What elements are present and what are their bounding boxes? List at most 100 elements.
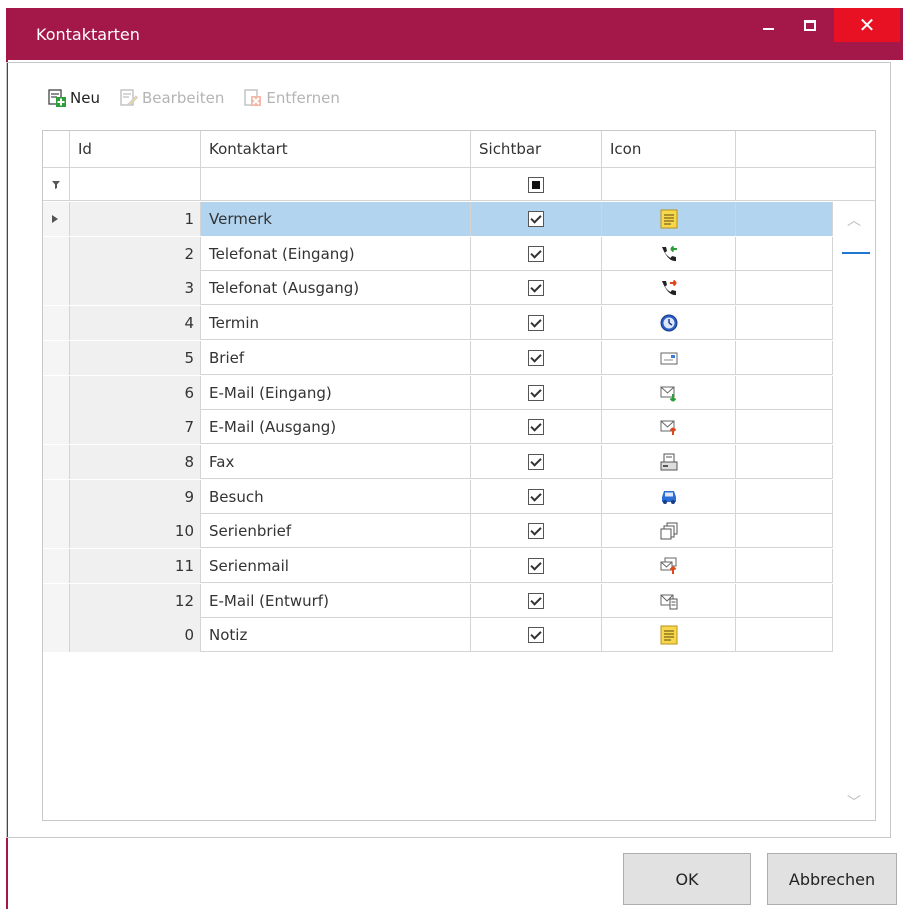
- filter-kontaktart[interactable]: [201, 168, 471, 201]
- cell-sichtbar[interactable]: [471, 514, 602, 549]
- row-indicator[interactable]: [43, 479, 70, 514]
- visible-checkbox[interactable]: [528, 592, 544, 609]
- row-indicator[interactable]: [43, 306, 70, 341]
- cell-kontaktart[interactable]: Brief: [201, 340, 471, 375]
- table-row[interactable]: 8 Fax: [43, 444, 833, 479]
- cell-icon[interactable]: [602, 479, 736, 514]
- row-indicator[interactable]: [43, 514, 70, 549]
- cell-icon[interactable]: [602, 340, 736, 375]
- visible-checkbox[interactable]: [528, 280, 544, 297]
- cell-kontaktart[interactable]: Fax: [201, 444, 471, 479]
- column-header-kontaktart[interactable]: Kontaktart: [201, 131, 471, 168]
- table-row[interactable]: 4 Termin: [43, 306, 833, 341]
- cell-id[interactable]: 10: [70, 514, 201, 549]
- filter-sichtbar[interactable]: [471, 168, 602, 201]
- cell-kontaktart[interactable]: Besuch: [201, 479, 471, 514]
- minimize-button[interactable]: [750, 8, 786, 42]
- table-row[interactable]: 10 Serienbrief: [43, 514, 833, 549]
- visible-checkbox[interactable]: [528, 245, 544, 262]
- scroll-up-icon[interactable]: ︿: [844, 210, 864, 230]
- cell-icon[interactable]: [602, 410, 736, 445]
- filter-icon-cell[interactable]: [602, 168, 736, 201]
- cell-icon[interactable]: [602, 583, 736, 618]
- cell-icon[interactable]: [602, 514, 736, 549]
- cell-kontaktart[interactable]: Serienbrief: [201, 514, 471, 549]
- cell-icon[interactable]: [602, 236, 736, 271]
- cell-id[interactable]: 0: [70, 618, 201, 653]
- cell-sichtbar[interactable]: [471, 340, 602, 375]
- cell-icon[interactable]: [602, 549, 736, 583]
- table-row[interactable]: 0 Notiz: [43, 618, 833, 653]
- visible-checkbox[interactable]: [528, 627, 544, 644]
- cell-id[interactable]: 11: [70, 549, 201, 583]
- cell-sichtbar[interactable]: [471, 583, 602, 618]
- cell-id[interactable]: 7: [70, 410, 201, 445]
- scroll-down-icon[interactable]: ﹀: [844, 792, 864, 812]
- cell-kontaktart[interactable]: Telefonat (Ausgang): [201, 271, 471, 306]
- visible-checkbox[interactable]: [528, 558, 544, 574]
- filter-sichtbar-checkbox[interactable]: [528, 176, 544, 193]
- filter-id[interactable]: [70, 168, 201, 201]
- cell-id[interactable]: 1: [70, 202, 201, 236]
- row-indicator[interactable]: [43, 375, 70, 410]
- row-indicator[interactable]: [43, 410, 70, 445]
- cell-sichtbar[interactable]: [471, 375, 602, 410]
- row-indicator[interactable]: [43, 444, 70, 479]
- visible-checkbox[interactable]: [528, 453, 544, 470]
- cell-sichtbar[interactable]: [471, 236, 602, 271]
- cell-sichtbar[interactable]: [471, 410, 602, 445]
- row-indicator[interactable]: [43, 583, 70, 618]
- cell-kontaktart[interactable]: E-Mail (Eingang): [201, 375, 471, 410]
- ok-button[interactable]: OK: [623, 853, 751, 905]
- cell-icon[interactable]: [602, 202, 736, 236]
- visible-checkbox[interactable]: [528, 384, 544, 401]
- column-header-icon[interactable]: Icon: [602, 131, 736, 168]
- cell-sichtbar[interactable]: [471, 479, 602, 514]
- visible-checkbox[interactable]: [528, 488, 544, 505]
- cell-id[interactable]: 8: [70, 444, 201, 479]
- table-row[interactable]: 7 E-Mail (Ausgang): [43, 410, 833, 445]
- close-button[interactable]: ✕: [834, 8, 900, 42]
- cell-icon[interactable]: [602, 618, 736, 653]
- column-header-id[interactable]: Id: [70, 131, 201, 168]
- cell-kontaktart[interactable]: Termin: [201, 306, 471, 341]
- cell-sichtbar[interactable]: [471, 202, 602, 236]
- cell-icon[interactable]: [602, 306, 736, 341]
- cell-icon[interactable]: [602, 271, 736, 306]
- visible-checkbox[interactable]: [528, 315, 544, 332]
- remove-button[interactable]: Entfernen: [244, 89, 340, 107]
- cell-id[interactable]: 4: [70, 306, 201, 341]
- visible-checkbox[interactable]: [528, 419, 544, 436]
- row-indicator[interactable]: [43, 618, 70, 653]
- cell-id[interactable]: 3: [70, 271, 201, 306]
- cell-id[interactable]: 2: [70, 236, 201, 271]
- table-row[interactable]: 6 E-Mail (Eingang): [43, 375, 833, 410]
- cell-sichtbar[interactable]: [471, 306, 602, 341]
- visible-checkbox[interactable]: [528, 523, 544, 540]
- cell-id[interactable]: 6: [70, 375, 201, 410]
- table-row[interactable]: 5 Brief: [43, 340, 833, 375]
- new-button[interactable]: Neu: [48, 89, 100, 107]
- row-indicator[interactable]: [43, 340, 70, 375]
- cell-sichtbar[interactable]: [471, 271, 602, 306]
- cell-kontaktart[interactable]: Telefonat (Eingang): [201, 236, 471, 271]
- cell-id[interactable]: 9: [70, 479, 201, 514]
- table-row[interactable]: 3 Telefonat (Ausgang): [43, 271, 833, 306]
- table-row[interactable]: 1 Vermerk: [43, 202, 833, 236]
- cell-sichtbar[interactable]: [471, 444, 602, 479]
- row-indicator[interactable]: [43, 549, 70, 583]
- cell-kontaktart[interactable]: Vermerk: [201, 202, 471, 236]
- row-indicator[interactable]: [43, 236, 70, 271]
- visible-checkbox[interactable]: [528, 211, 544, 227]
- cancel-button[interactable]: Abbrechen: [767, 853, 897, 905]
- cell-icon[interactable]: [602, 375, 736, 410]
- table-row[interactable]: 11 Serienmail: [43, 549, 833, 583]
- title-bar[interactable]: Kontaktarten ✕: [8, 8, 903, 60]
- row-indicator[interactable]: [43, 271, 70, 306]
- cell-sichtbar[interactable]: [471, 618, 602, 653]
- cell-id[interactable]: 12: [70, 583, 201, 618]
- vertical-scrollbar[interactable]: ︿ ﹀: [834, 202, 874, 820]
- cell-kontaktart[interactable]: Notiz: [201, 618, 471, 653]
- cell-icon[interactable]: [602, 444, 736, 479]
- table-row[interactable]: 12 E-Mail (Entwurf): [43, 583, 833, 618]
